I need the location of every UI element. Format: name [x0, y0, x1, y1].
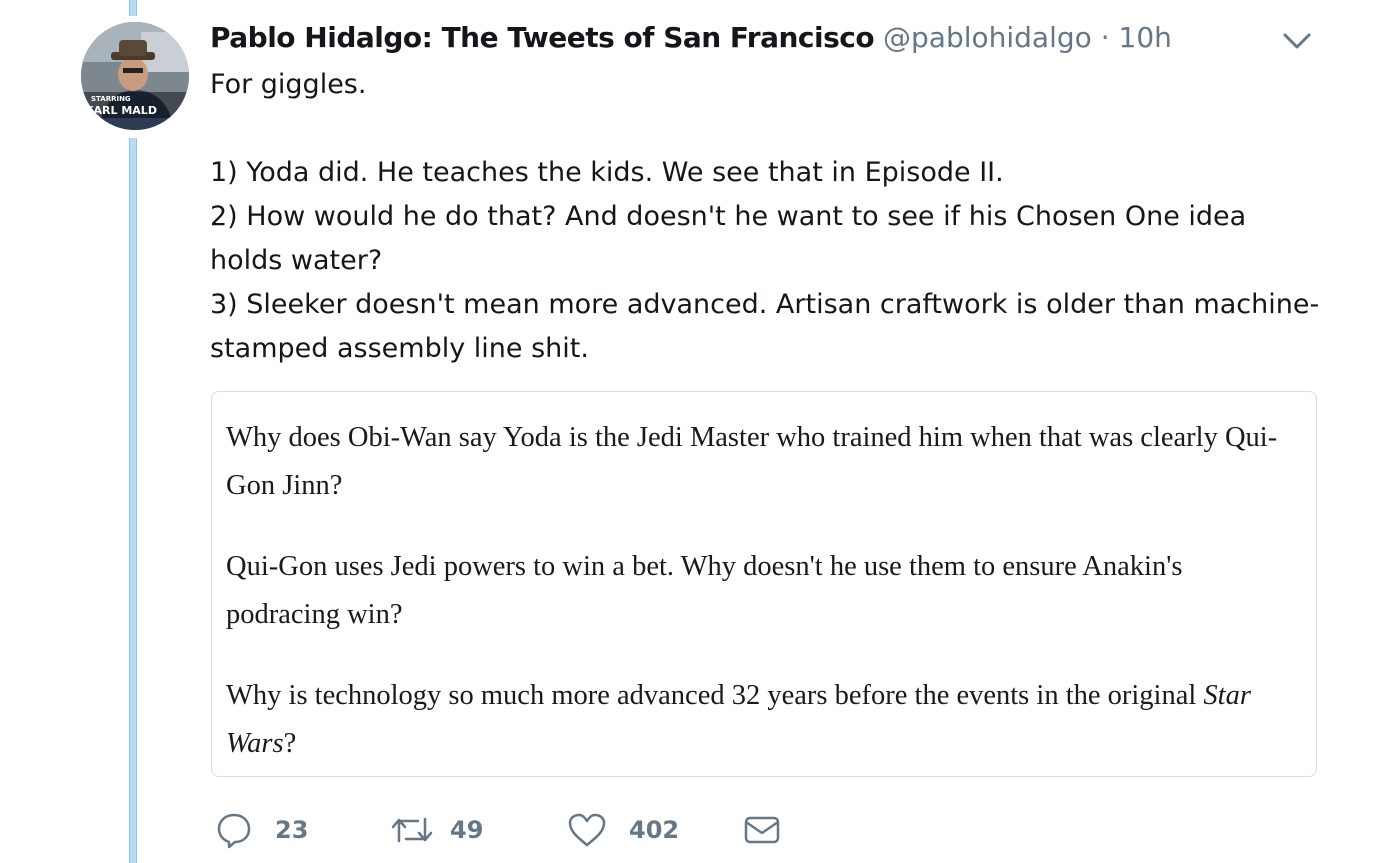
thread-line	[129, 138, 137, 863]
display-name[interactable]: Pablo Hidalgo: The Tweets of San Francis…	[210, 21, 875, 54]
tweet-line-1: For giggles.	[210, 69, 367, 100]
retweet-button[interactable]: 49	[390, 808, 483, 852]
separator-dot: ·	[1100, 21, 1110, 54]
retweet-count: 49	[450, 816, 484, 844]
svg-text:STARRING: STARRING	[91, 95, 131, 103]
tweet-header: Pablo Hidalgo: The Tweets of San Francis…	[210, 19, 1172, 57]
quote-question-2: Qui-Gon uses Jedi powers to win a bet. W…	[226, 551, 1183, 630]
quote-question-1: Why does Obi-Wan say Yoda is the Jedi Ma…	[226, 422, 1278, 501]
tweet-text: For giggles. 1) Yoda did. He teaches the…	[210, 63, 1320, 371]
reply-count: 23	[275, 816, 309, 844]
chevron-down-icon[interactable]	[1282, 30, 1312, 52]
tweet-line-4: 2) How would he do that? And doesn't he …	[210, 201, 1255, 276]
quote-question-3: Why is technology so much more advanced …	[226, 672, 1302, 768]
reply-icon	[217, 813, 251, 849]
tweet-line-2	[210, 107, 1320, 151]
tweet-line-3: 1) Yoda did. He teaches the kids. We see…	[210, 157, 1004, 188]
quote-question-3-suffix: ?	[283, 728, 297, 759]
avatar-image: STARRING KARL MALD	[81, 22, 189, 130]
quote-card-image[interactable]: Why does Obi-Wan say Yoda is the Jedi Ma…	[211, 391, 1317, 777]
svg-text:KARL MALD: KARL MALD	[85, 104, 157, 117]
avatar[interactable]: STARRING KARL MALD	[81, 22, 189, 130]
retweet-icon	[391, 817, 433, 843]
quote-question-3-prefix: Why is technology so much more advanced …	[226, 680, 1204, 711]
reply-button[interactable]: 23	[215, 808, 308, 852]
envelope-icon	[744, 816, 780, 844]
user-handle[interactable]: @pablohidalgo	[883, 21, 1092, 54]
direct-message-button[interactable]	[743, 808, 781, 852]
heart-icon	[568, 813, 606, 847]
like-button[interactable]: 402	[567, 808, 679, 852]
tweet-actions: 23 49 402	[215, 808, 1015, 852]
tweet-line-5: 3) Sleeker doesn't mean more advanced. A…	[210, 289, 1320, 364]
tweet-timestamp[interactable]: 10h	[1119, 21, 1172, 54]
thread-line-top	[129, 0, 137, 16]
like-count: 402	[629, 816, 680, 844]
